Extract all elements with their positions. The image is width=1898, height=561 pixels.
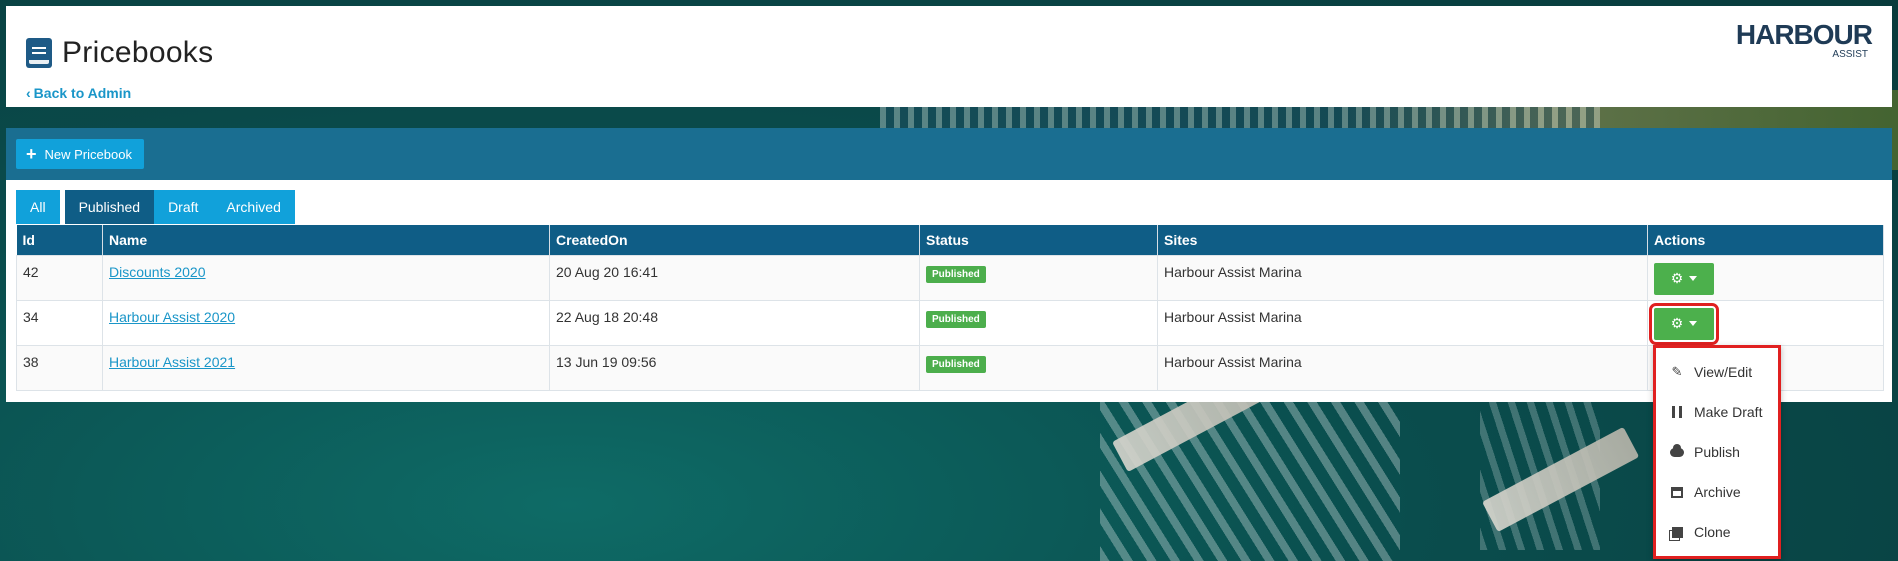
table-row: 42 Discounts 2020 20 Aug 20 16:41 Publis… (16, 254, 1884, 301)
plus-icon: + (26, 144, 37, 164)
column-header-id[interactable]: Id (16, 225, 103, 255)
new-pricebook-button[interactable]: + New Pricebook (16, 139, 144, 169)
cell-id: 38 (16, 344, 103, 391)
cell-name: Harbour Assist 2021 (102, 344, 550, 391)
book-icon (26, 38, 52, 68)
actions-dropdown-button[interactable]: ⚙ (1649, 302, 1719, 345)
table-row: 34 Harbour Assist 2020 22 Aug 18 20:48 P… (16, 299, 1884, 346)
gears-icon: ⚙ (1670, 315, 1684, 331)
column-header-createdon[interactable]: CreatedOn (549, 225, 920, 255)
tab-all[interactable]: All (16, 190, 60, 224)
pricebook-link[interactable]: Harbour Assist 2021 (109, 354, 235, 370)
menu-item-view-edit[interactable]: ✎ View/Edit (1656, 352, 1778, 392)
menu-item-label: Archive (1694, 484, 1741, 500)
actions-dropdown-button[interactable]: ⚙ (1654, 262, 1714, 295)
tab-published[interactable]: Published (64, 190, 155, 224)
tab-archived[interactable]: Archived (212, 190, 295, 224)
pricebook-link[interactable]: Discounts 2020 (109, 264, 206, 280)
gears-icon: ⚙ (1670, 270, 1684, 286)
cloud-icon (1670, 443, 1684, 459)
menu-item-archive[interactable]: Archive (1656, 472, 1778, 512)
cell-status: Published (919, 254, 1158, 301)
column-header-sites[interactable]: Sites (1157, 225, 1648, 255)
status-badge: Published (926, 265, 986, 283)
harbour-assist-logo: HARBOUR ASSIST (1732, 19, 1873, 64)
cell-site: Harbour Assist Marina (1157, 254, 1648, 301)
status-badge: Published (926, 310, 986, 328)
cell-id: 42 (16, 254, 103, 301)
cell-created: 13 Jun 19 09:56 (549, 344, 920, 391)
cell-created: 20 Aug 20 16:41 (549, 254, 920, 301)
cell-status: Published (919, 344, 1158, 391)
pricebooks-panel: + New Pricebook All Published Draft Arch… (6, 128, 1892, 402)
archive-icon (1670, 485, 1684, 499)
pricebooks-table: Id Name CreatedOn Status Sites Actions 4… (16, 225, 1884, 391)
caret-down-icon (1689, 321, 1698, 326)
cell-name: Discounts 2020 (102, 254, 550, 301)
pencil-icon: ✎ (1671, 364, 1683, 379)
cell-id: 34 (16, 299, 103, 346)
column-header-actions: Actions (1647, 225, 1884, 255)
cell-site: Harbour Assist Marina (1157, 344, 1648, 391)
toolbar: + New Pricebook (6, 128, 1892, 180)
cell-site: Harbour Assist Marina (1157, 299, 1648, 346)
menu-item-publish[interactable]: Publish (1656, 432, 1778, 472)
background-marina (880, 107, 1600, 129)
pause-icon (1670, 405, 1684, 419)
status-tabs: All Published Draft Archived (16, 190, 295, 224)
menu-item-label: Clone (1694, 524, 1731, 540)
cell-actions: ⚙ (1647, 299, 1884, 346)
menu-item-label: View/Edit (1694, 364, 1753, 380)
back-to-admin-link[interactable]: ‹ Back to Admin (26, 85, 131, 101)
actions-dropdown-menu: ✎ View/Edit Make Draft Publish Archive C… (1653, 345, 1781, 559)
status-badge: Published (926, 355, 986, 373)
menu-item-make-draft[interactable]: Make Draft (1656, 392, 1778, 432)
table-row: 38 Harbour Assist 2021 13 Jun 19 09:56 P… (16, 344, 1884, 391)
page-header: Pricebooks ‹ Back to Admin HARBOUR ASSIST (6, 6, 1892, 107)
cell-created: 22 Aug 18 20:48 (549, 299, 920, 346)
column-header-name[interactable]: Name (102, 225, 550, 255)
cell-status: Published (919, 299, 1158, 346)
cell-actions: ⚙ (1647, 254, 1884, 301)
menu-item-label: Make Draft (1694, 404, 1763, 420)
tab-draft[interactable]: Draft (154, 190, 213, 224)
page-title: Pricebooks (62, 36, 214, 69)
new-pricebook-label: New Pricebook (44, 146, 132, 162)
cell-name: Harbour Assist 2020 (102, 299, 550, 346)
logo-main-text: HARBOUR (1735, 19, 1873, 50)
clone-icon (1670, 525, 1684, 539)
chevron-left-icon: ‹ (26, 85, 31, 101)
column-header-status[interactable]: Status (919, 225, 1158, 255)
pricebook-link[interactable]: Harbour Assist 2020 (109, 309, 235, 325)
table-header-row: Id Name CreatedOn Status Sites Actions (16, 225, 1884, 255)
caret-down-icon (1689, 276, 1698, 281)
menu-item-label: Publish (1694, 444, 1740, 460)
logo-sub-text: ASSIST (1832, 49, 1868, 60)
menu-item-clone[interactable]: Clone (1656, 512, 1778, 552)
back-link-label: Back to Admin (33, 85, 132, 101)
